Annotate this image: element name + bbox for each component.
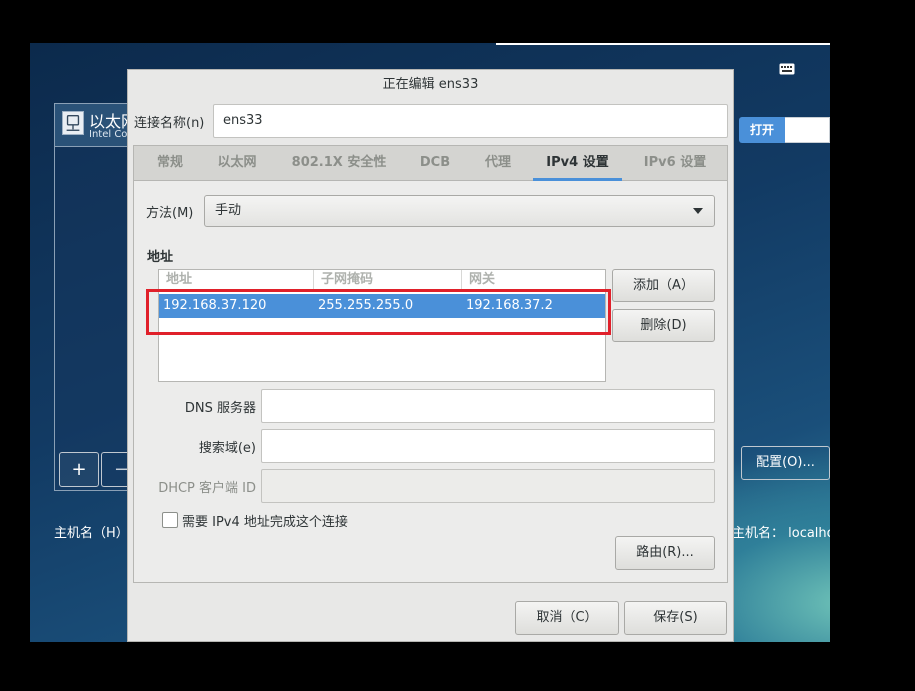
dialog-title: 正在编辑 ens33 (382, 77, 479, 92)
column-header-netmask[interactable]: 子网掩码 (314, 270, 462, 290)
configure-button[interactable]: 配置(O)... (741, 446, 830, 480)
require-ipv4-label[interactable]: 需要 IPv4 地址完成这个连接 (182, 511, 348, 530)
keyboard-icon[interactable] (779, 63, 795, 75)
dhcp-client-id-label: DHCP 客户端 ID (158, 481, 256, 496)
remove-connection-button[interactable]: − (101, 452, 128, 487)
connection-name-label: 连接名称(n) (134, 116, 205, 131)
ethernet-subtitle: Intel Corporation (89, 129, 128, 140)
method-label: 方法(M) (146, 206, 194, 221)
save-button[interactable]: 保存(S) (624, 601, 727, 635)
tab-ethernet[interactable]: 以太网 (207, 146, 267, 181)
connection-toggle-knob[interactable] (785, 117, 830, 143)
tab-proxy[interactable]: 代理 (472, 146, 524, 181)
tab-dcb[interactable]: DCB (410, 146, 460, 181)
dhcp-client-id-input[interactable] (261, 469, 715, 503)
current-hostname: 主机名： localhost (732, 526, 830, 541)
tab-8021x-security[interactable]: 802.1X 安全性 (280, 146, 398, 181)
dns-servers-label: DNS 服务器 (184, 401, 256, 416)
search-domains-label: 搜索域(e) (198, 441, 256, 456)
delete-address-button[interactable]: 删除(D) (612, 309, 715, 342)
add-connection-button[interactable]: + (59, 452, 99, 487)
tab-ipv6-settings[interactable]: IPv6 设置 (632, 146, 718, 181)
red-highlight-annotation (146, 289, 611, 335)
require-ipv4-checkbox[interactable] (162, 512, 178, 528)
search-domains-input[interactable] (261, 429, 715, 463)
addresses-heading: 地址 (147, 250, 174, 265)
chevron-down-icon (693, 208, 703, 214)
top-strip (496, 43, 830, 45)
connections-list-panel (54, 103, 128, 491)
connection-toggle-on[interactable]: 打开 (739, 117, 785, 143)
routes-button[interactable]: 路由(R)... (615, 536, 715, 570)
cancel-button[interactable]: 取消（C） (515, 601, 619, 635)
hostname-label: 主机名（H） (54, 526, 129, 541)
dns-servers-input[interactable] (261, 389, 715, 423)
tab-general[interactable]: 常规 (143, 146, 197, 181)
method-dropdown[interactable]: 手动 (204, 195, 715, 227)
column-header-gateway[interactable]: 网关 (462, 270, 605, 290)
column-header-address[interactable]: 地址 (159, 270, 314, 290)
tab-ipv4-settings[interactable]: IPv4 设置 (533, 146, 622, 181)
add-address-button[interactable]: 添加（A） (612, 269, 715, 302)
connection-name-input[interactable]: ens33 (213, 104, 728, 138)
network-wired-icon (62, 111, 84, 135)
